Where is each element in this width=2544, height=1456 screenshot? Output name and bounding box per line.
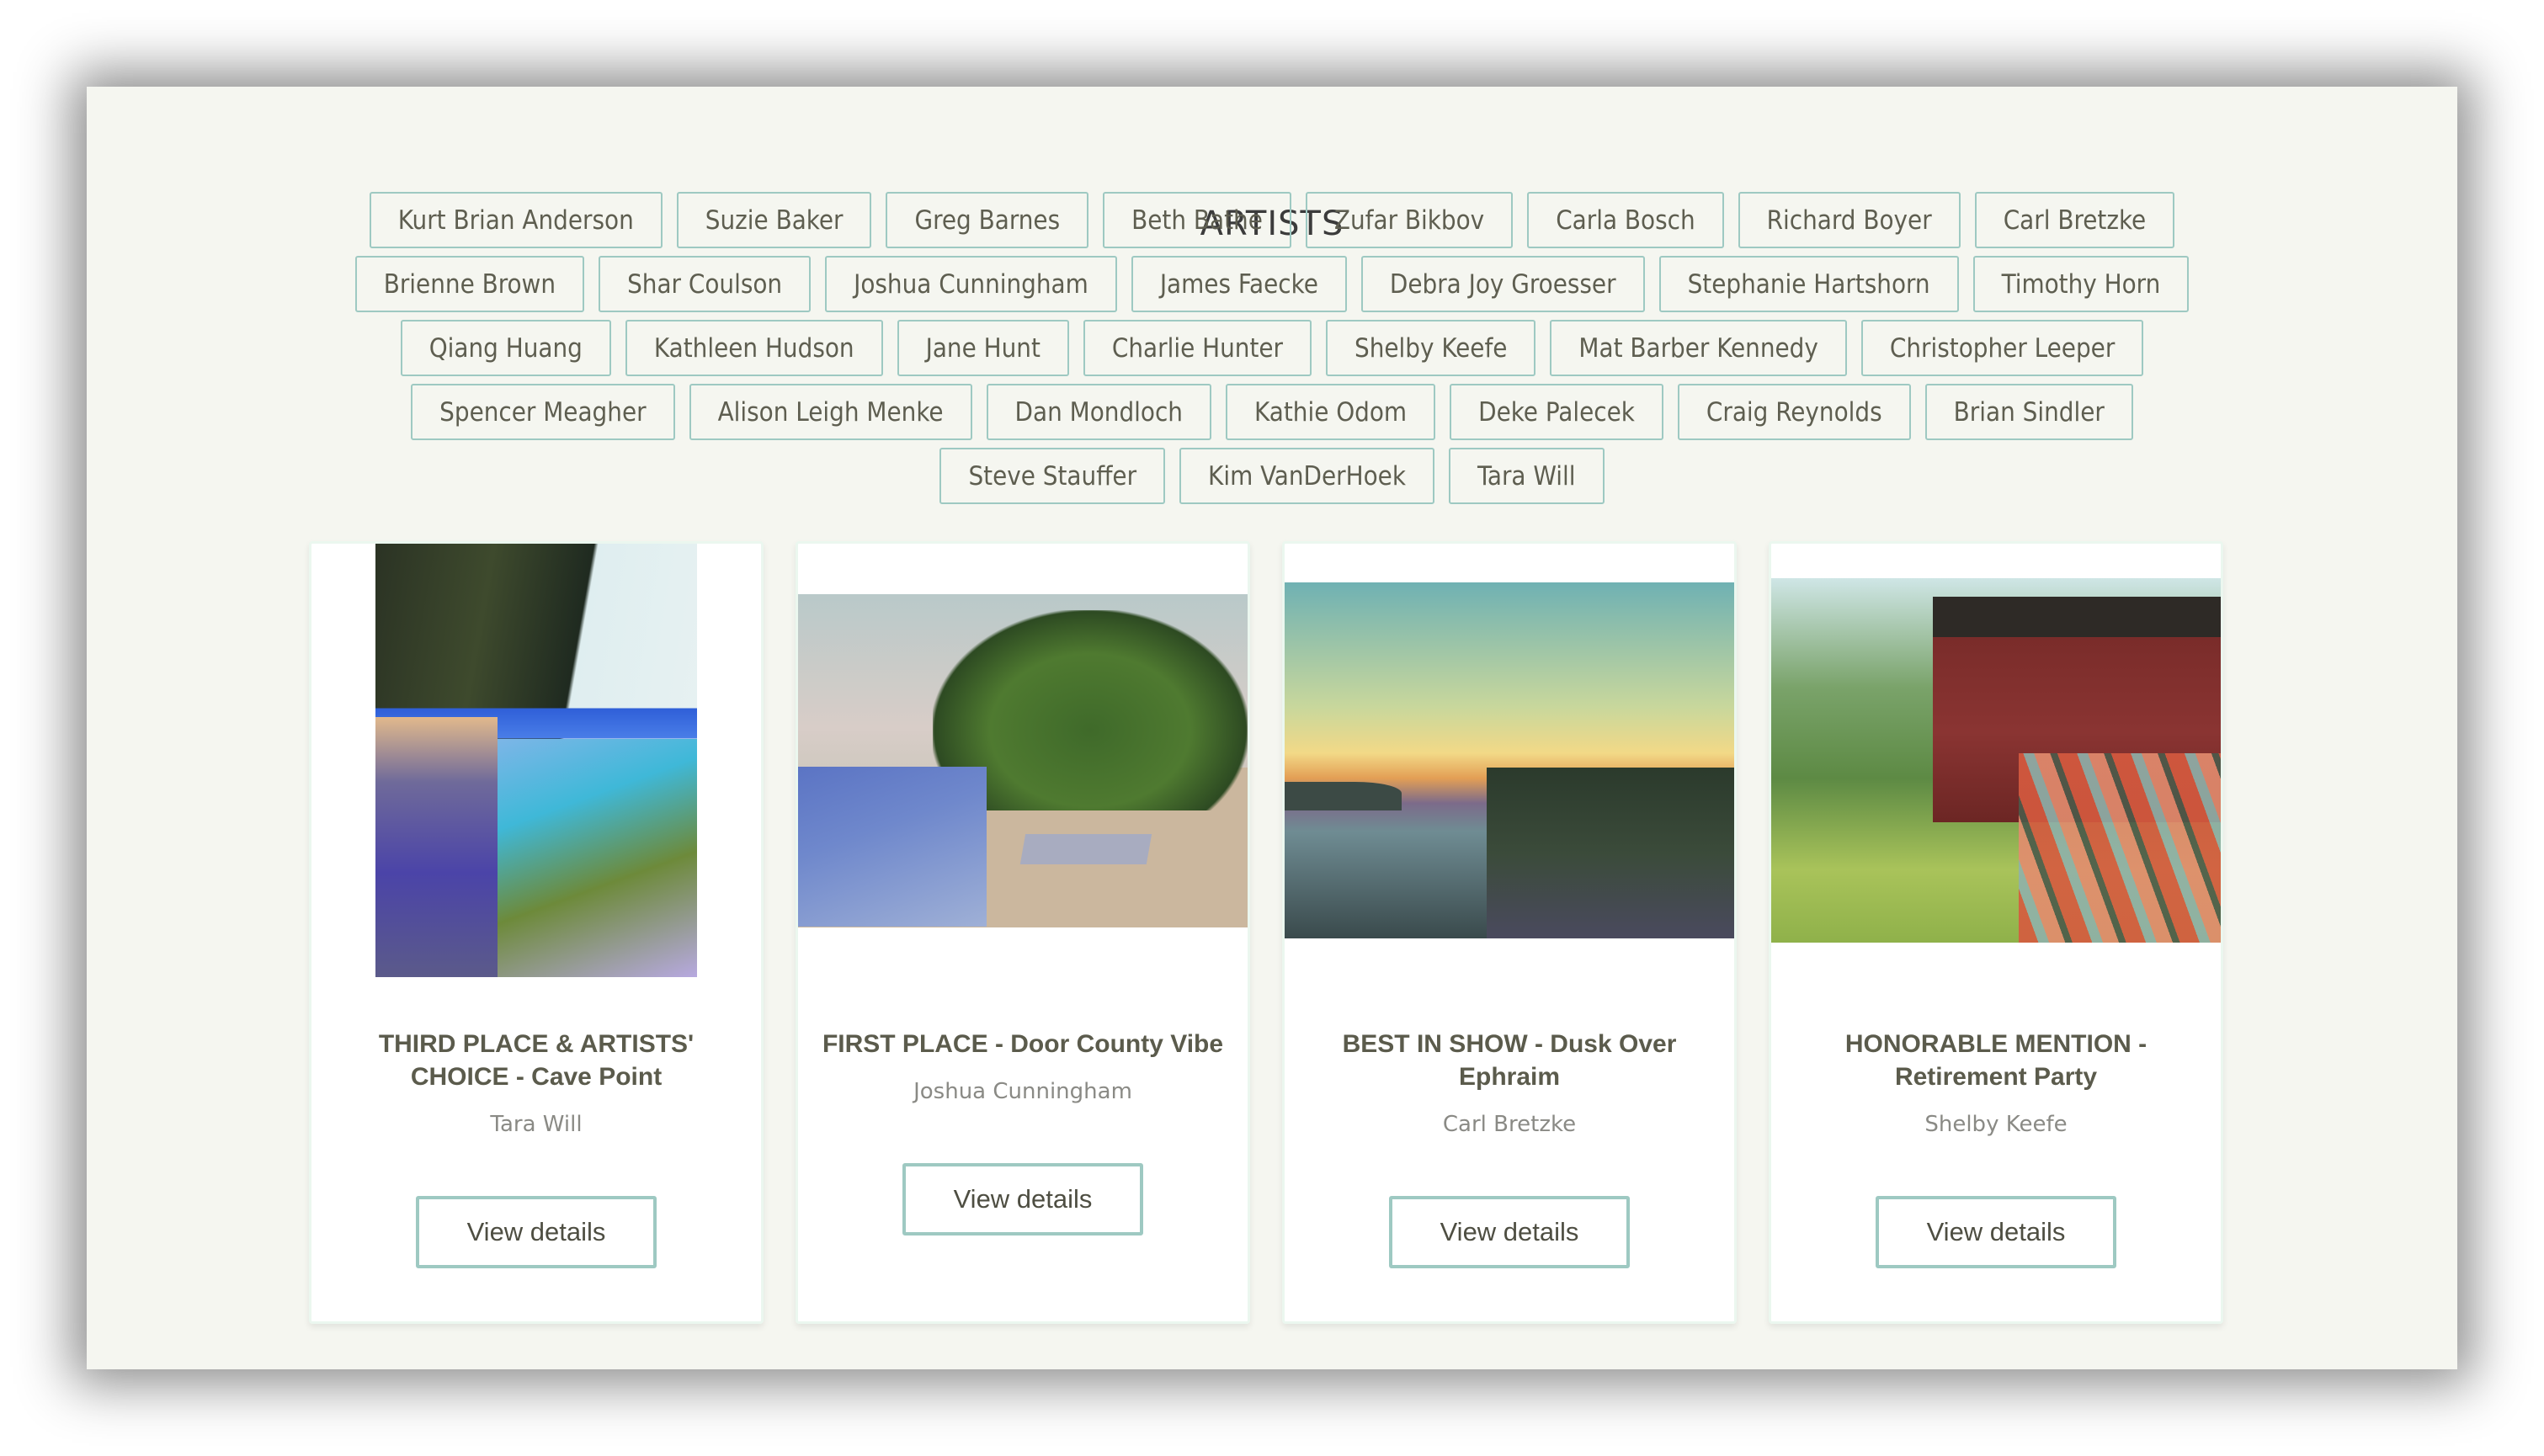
artwork-card-grid: THIRD PLACE & ARTISTS' CHOICE - Cave Poi… bbox=[309, 541, 2223, 1324]
artist-tag[interactable]: Craig Reynolds bbox=[1677, 384, 1911, 440]
artist-tag[interactable]: Richard Boyer bbox=[1738, 192, 1961, 248]
artwork-image[interactable] bbox=[798, 593, 1248, 927]
artist-tag[interactable]: Shelby Keefe bbox=[1326, 320, 1536, 376]
artist-tag[interactable]: Tara Will bbox=[1448, 448, 1605, 504]
page-window: ARTISTS Kurt Brian Anderson Suzie Baker … bbox=[87, 87, 2457, 1369]
view-details-button[interactable]: View details bbox=[902, 1163, 1143, 1235]
artist-tag-row: Kurt Brian Anderson Suzie Baker Greg Bar… bbox=[369, 192, 2175, 248]
artist-tag[interactable]: Deke Palecek bbox=[1450, 384, 1663, 440]
artist-tag[interactable]: Zufar Bikbov bbox=[1305, 192, 1514, 248]
artwork-card: BEST IN SHOW - Dusk Over Ephraim Carl Br… bbox=[1282, 541, 1737, 1324]
artwork-title: BEST IN SHOW - Dusk Over Ephraim bbox=[1342, 1030, 1677, 1091]
artist-tag[interactable]: Suzie Baker bbox=[676, 192, 872, 248]
painting-town bbox=[1487, 767, 1734, 938]
artist-tag[interactable]: Dan Mondloch bbox=[986, 384, 1211, 440]
artwork-title: HONORABLE MENTION - Retirement Party bbox=[1844, 1030, 2147, 1091]
artist-tag[interactable]: Qiang Huang bbox=[400, 320, 611, 376]
artist-tag[interactable]: Carl Bretzke bbox=[1974, 192, 2175, 248]
artist-tag[interactable]: Timothy Horn bbox=[1972, 256, 2190, 312]
artist-tag[interactable]: Steve Stauffer bbox=[939, 448, 1166, 504]
artwork-artist: Tara Will bbox=[490, 1112, 583, 1137]
artist-tag[interactable]: Brian Sindler bbox=[1924, 384, 2133, 440]
artist-tag[interactable]: Greg Barnes bbox=[886, 192, 1089, 248]
artist-tag-row: Steve Stauffer Kim VanDerHoek Tara Will bbox=[939, 448, 1605, 504]
artist-tag[interactable]: Debra Joy Groesser bbox=[1360, 256, 1645, 312]
artwork-image-container[interactable] bbox=[1771, 544, 2221, 977]
artwork-image-container[interactable] bbox=[1285, 544, 1734, 977]
artist-tag[interactable]: Joshua Cunningham bbox=[825, 256, 1117, 312]
artist-tag[interactable]: Spencer Meagher bbox=[411, 384, 675, 440]
artwork-title: FIRST PLACE - Door County Vibe bbox=[822, 1030, 1224, 1058]
painting-water bbox=[798, 767, 987, 927]
artwork-image[interactable] bbox=[1285, 582, 1734, 938]
artist-tag[interactable]: James Faecke bbox=[1131, 256, 1347, 312]
artist-tag[interactable]: Brienne Brown bbox=[354, 256, 585, 312]
artist-tag[interactable]: Alison Leigh Menke bbox=[689, 384, 972, 440]
artwork-artist: Shelby Keefe bbox=[1924, 1112, 2068, 1137]
painting-boat bbox=[1019, 833, 1152, 864]
artist-tag-row: Brienne Brown Shar Coulson Joshua Cunnin… bbox=[354, 256, 2190, 312]
artwork-card: HONORABLE MENTION - Retirement Party She… bbox=[1769, 541, 2223, 1324]
artist-tag[interactable]: Shar Coulson bbox=[599, 256, 812, 312]
painting-buoys bbox=[2018, 752, 2221, 943]
artwork-artist: Carl Bretzke bbox=[1442, 1112, 1577, 1137]
artwork-artist: Joshua Cunningham bbox=[913, 1079, 1132, 1104]
artist-tag-list: Kurt Brian Anderson Suzie Baker Greg Bar… bbox=[87, 192, 2457, 504]
view-details-button[interactable]: View details bbox=[416, 1196, 657, 1268]
artwork-image[interactable] bbox=[375, 544, 697, 977]
artist-tag[interactable]: Kim VanDerHoek bbox=[1179, 448, 1434, 504]
painting-water bbox=[487, 738, 697, 977]
artwork-card: THIRD PLACE & ARTISTS' CHOICE - Cave Poi… bbox=[309, 541, 764, 1324]
artist-tag[interactable]: Christopher Leeper bbox=[1860, 320, 2144, 376]
artist-tag[interactable]: Kathie Odom bbox=[1226, 384, 1436, 440]
artist-tag-row: Qiang Huang Kathleen Hudson Jane Hunt Ch… bbox=[400, 320, 2144, 376]
artist-tag[interactable]: Mat Barber Kennedy bbox=[1550, 320, 1847, 376]
artist-tag-row: Spencer Meagher Alison Leigh Menke Dan M… bbox=[411, 384, 2133, 440]
painting-cliff bbox=[375, 717, 498, 977]
view-details-button[interactable]: View details bbox=[1389, 1196, 1630, 1268]
artist-tag[interactable]: Jane Hunt bbox=[897, 320, 1069, 376]
artist-tag[interactable]: Carla Bosch bbox=[1527, 192, 1724, 248]
artwork-image-container[interactable] bbox=[311, 544, 761, 977]
artist-tag[interactable]: Beth Bathe bbox=[1103, 192, 1291, 248]
view-details-button[interactable]: View details bbox=[1876, 1196, 2116, 1268]
painting-island bbox=[1285, 781, 1402, 810]
artwork-image[interactable] bbox=[1771, 578, 2221, 943]
artist-tag[interactable]: Stephanie Hartshorn bbox=[1658, 256, 1959, 312]
artwork-title: THIRD PLACE & ARTISTS' CHOICE - Cave Poi… bbox=[378, 1030, 695, 1091]
artist-tag[interactable]: Charlie Hunter bbox=[1083, 320, 1312, 376]
artwork-image-container[interactable] bbox=[798, 544, 1248, 977]
artist-tag[interactable]: Kurt Brian Anderson bbox=[369, 192, 663, 248]
artwork-card: FIRST PLACE - Door County Vibe Joshua Cu… bbox=[796, 541, 1250, 1324]
artist-tag[interactable]: Kathleen Hudson bbox=[625, 320, 883, 376]
